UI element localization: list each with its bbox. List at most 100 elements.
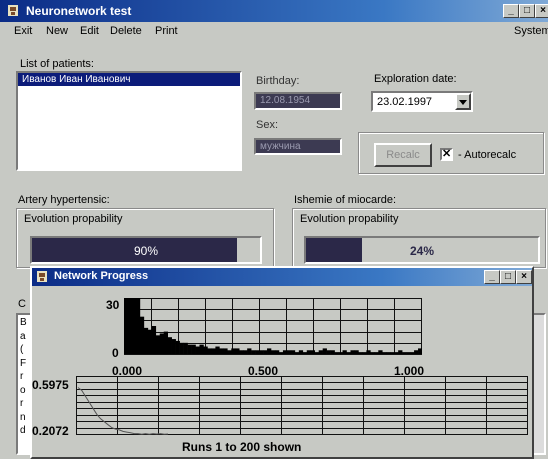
hist-bar	[251, 350, 256, 354]
hist-bar	[330, 350, 335, 354]
hist-bar	[410, 352, 415, 354]
side-label: C	[18, 298, 26, 310]
hist-bar	[187, 344, 192, 354]
ischemia-sublabel: Evolution propability	[300, 213, 399, 225]
hist-bar	[294, 352, 300, 354]
exploration-label: Exploration date:	[374, 73, 457, 85]
autorecalc-label[interactable]: - Autorecalc	[458, 149, 516, 161]
hist-bar	[398, 350, 403, 354]
hist-bar	[314, 352, 319, 354]
exploration-date-value: 23.02.1997	[377, 96, 433, 108]
left-letter: n	[20, 411, 26, 423]
hist-bar	[271, 350, 276, 354]
left-column-letters: B a ( F r o r n d	[20, 316, 30, 438]
patient-name: Иванов Иван Иванович	[22, 74, 131, 85]
hist-bar	[127, 298, 133, 354]
hist-bar	[203, 346, 208, 354]
recalc-button[interactable]: Recalc	[374, 143, 432, 167]
ischemia-label: Ishemie of miocarde:	[294, 194, 397, 206]
hist-bar	[310, 350, 316, 354]
network-close-button[interactable]: ×	[516, 270, 532, 284]
hist-bar	[306, 350, 312, 354]
hist-bar	[124, 298, 129, 354]
window-title: Neuronetwork test	[26, 4, 132, 18]
hist-bar	[406, 352, 411, 354]
hist-bar	[247, 348, 252, 354]
hist-ytick-bottom: 0	[112, 346, 119, 360]
artery-percent: 90%	[133, 244, 159, 258]
hist-bar	[302, 352, 308, 354]
hist-bar	[131, 298, 137, 354]
menu-delete[interactable]: Delete	[110, 25, 142, 37]
hist-bar	[231, 348, 236, 354]
ischemia-percent: 24%	[409, 244, 435, 258]
hist-bar	[374, 352, 379, 354]
left-letter: B	[20, 317, 27, 328]
minimize-button[interactable]: _	[503, 4, 519, 18]
hist-bar	[175, 340, 180, 354]
hist-bar	[346, 352, 351, 354]
menu-exit[interactable]: Exit	[14, 25, 32, 37]
sex-label: Sex:	[256, 119, 279, 131]
error-plot-caption: Runs 1 to 200 shown	[182, 440, 302, 454]
birthday-value: 12.08.1954	[260, 95, 311, 106]
birthday-field[interactable]: 12.08.1954	[254, 92, 342, 110]
autorecalc-checkbox[interactable]: ✕	[440, 148, 453, 161]
hist-bar	[195, 346, 200, 354]
hist-bar	[139, 316, 145, 354]
hist-bar	[318, 350, 323, 354]
lower-right-scrollbar[interactable]	[532, 313, 546, 455]
hist-bar	[386, 352, 391, 354]
histogram-chart	[124, 298, 422, 355]
hist-bar	[159, 333, 165, 354]
hist-bar	[282, 350, 288, 354]
maximize-button[interactable]: □	[519, 4, 535, 18]
chevron-down-icon	[459, 100, 467, 105]
hist-bar	[350, 350, 355, 354]
hist-bar	[223, 348, 228, 354]
ischemia-progress-bar: 24%	[304, 236, 540, 264]
network-minimize-button[interactable]: _	[484, 270, 500, 284]
hist-bar	[278, 352, 284, 354]
menu-system[interactable]: System	[514, 25, 548, 37]
left-letter: r	[20, 398, 24, 409]
hist-bar	[418, 348, 422, 354]
left-letter: o	[20, 384, 26, 396]
hist-bar	[163, 331, 168, 354]
network-maximize-button[interactable]: □	[500, 270, 516, 284]
patients-label: List of patients:	[20, 58, 94, 70]
hist-bar	[191, 344, 196, 354]
hist-bar	[263, 350, 268, 354]
hist-bar	[171, 339, 176, 354]
err-ytick-bottom: 0.2072	[32, 424, 69, 438]
hist-bar	[239, 350, 244, 354]
hist-bar	[267, 348, 272, 354]
sex-value: мужчина	[260, 141, 301, 152]
hist-bar	[298, 350, 304, 354]
hist-bar	[227, 350, 232, 354]
hist-bar	[290, 350, 296, 354]
dropdown-arrow-button[interactable]	[455, 93, 471, 110]
exploration-date-select[interactable]: 23.02.1997	[371, 91, 473, 112]
hist-bar	[354, 350, 359, 354]
close-button[interactable]: ×	[535, 4, 548, 18]
hist-bar	[179, 342, 184, 354]
recalc-button-label: Recalc	[386, 149, 420, 161]
hist-bar	[211, 348, 216, 354]
hist-bar	[326, 350, 331, 354]
menu-edit[interactable]: Edit	[80, 25, 99, 37]
hist-bar	[338, 352, 343, 354]
patients-list[interactable]: Иванов Иван Иванович	[16, 71, 242, 171]
menu-new[interactable]: New	[46, 25, 68, 37]
main-titlebar: Neuronetwork test _ □ ×	[0, 0, 548, 22]
menu-print[interactable]: Print	[155, 25, 178, 37]
app-icon	[6, 3, 20, 18]
patients-list-item[interactable]: Иванов Иван Иванович	[18, 73, 240, 86]
err-ytick-top: 0.5975	[32, 378, 69, 392]
hist-bar	[334, 352, 339, 354]
sex-field[interactable]: мужчина	[254, 138, 342, 155]
hist-bar	[219, 348, 224, 354]
left-letter: r	[20, 371, 24, 382]
hist-bar	[259, 350, 264, 354]
hist-bar	[358, 352, 363, 354]
